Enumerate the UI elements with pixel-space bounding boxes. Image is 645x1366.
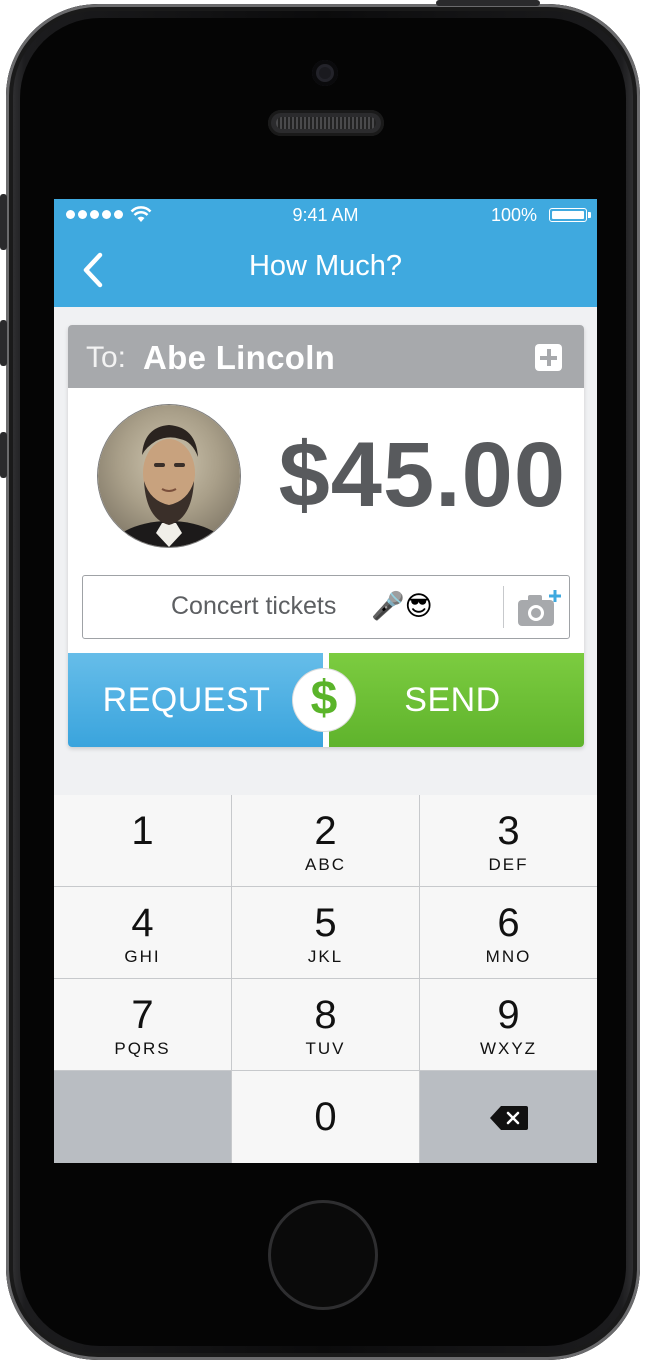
delete-key[interactable] bbox=[420, 1071, 597, 1163]
key-1[interactable]: 1 bbox=[54, 795, 231, 886]
send-button[interactable]: SEND bbox=[329, 653, 584, 747]
recipient-name: Abe Lincoln bbox=[143, 339, 336, 376]
volume-up-button bbox=[0, 320, 7, 366]
note-emoji: 🎤😎 bbox=[371, 591, 433, 621]
mute-switch bbox=[0, 194, 7, 250]
camera-plus-icon[interactable] bbox=[516, 588, 562, 628]
power-button bbox=[436, 0, 540, 6]
key-7[interactable]: 7 PQRS bbox=[54, 979, 231, 1070]
page-title: How Much? bbox=[248, 250, 403, 282]
request-label: REQUEST bbox=[102, 680, 271, 719]
key-8[interactable]: 8 TUV bbox=[232, 979, 419, 1070]
payment-card: To: Abe Lincoln $45.00 Concert tickets 🎤… bbox=[68, 325, 584, 747]
avatar bbox=[98, 405, 240, 547]
key-5[interactable]: 5 JKL bbox=[232, 887, 419, 978]
note-field[interactable]: Concert tickets 🎤😎 bbox=[82, 575, 570, 639]
key-6[interactable]: 6 MNO bbox=[420, 887, 597, 978]
volume-down-button bbox=[0, 432, 7, 478]
app-screen: 9:41 AM 100% How Much? To: Abe Lincoln $… bbox=[54, 199, 597, 1163]
nav-bar: How Much? bbox=[54, 233, 597, 307]
numeric-keypad: 1 2 ABC 3 DEF 4 GHI 5 JKL 6 MNO 7 PQRS 8 TUV 9W… bbox=[54, 795, 597, 1163]
status-bar: 9:41 AM 100% bbox=[54, 199, 597, 233]
key-4[interactable]: 4 GHI bbox=[54, 887, 231, 978]
recipient-bar[interactable]: To: Abe Lincoln bbox=[68, 325, 584, 388]
key-blank bbox=[54, 1071, 231, 1163]
backspace-icon bbox=[489, 1106, 528, 1130]
dollar-symbol: $ bbox=[310, 672, 338, 725]
key-0[interactable]: 0 bbox=[232, 1071, 419, 1163]
portrait-illustration bbox=[108, 425, 230, 547]
plus-square-icon[interactable] bbox=[535, 344, 562, 371]
key-9[interactable]: 9 WXYZ bbox=[420, 979, 597, 1070]
key-3[interactable]: 3 DEF bbox=[420, 795, 597, 886]
dollar-badge-icon: $ bbox=[293, 669, 355, 731]
note-text: Concert tickets bbox=[171, 592, 337, 620]
payment-content: To: Abe Lincoln $45.00 Concert tickets 🎤… bbox=[54, 307, 597, 795]
home-button[interactable] bbox=[268, 1200, 378, 1310]
request-button[interactable]: REQUEST bbox=[68, 653, 323, 747]
battery-icon bbox=[549, 208, 591, 222]
to-label: To: bbox=[86, 341, 127, 374]
front-camera bbox=[312, 60, 338, 86]
note-divider bbox=[503, 586, 504, 628]
send-label: SEND bbox=[404, 680, 501, 719]
key-2[interactable]: 2 ABC bbox=[232, 795, 419, 886]
amount-display: $45.00 bbox=[278, 424, 566, 526]
battery-percent: 100% bbox=[490, 205, 537, 225]
earpiece-speaker bbox=[268, 110, 384, 136]
